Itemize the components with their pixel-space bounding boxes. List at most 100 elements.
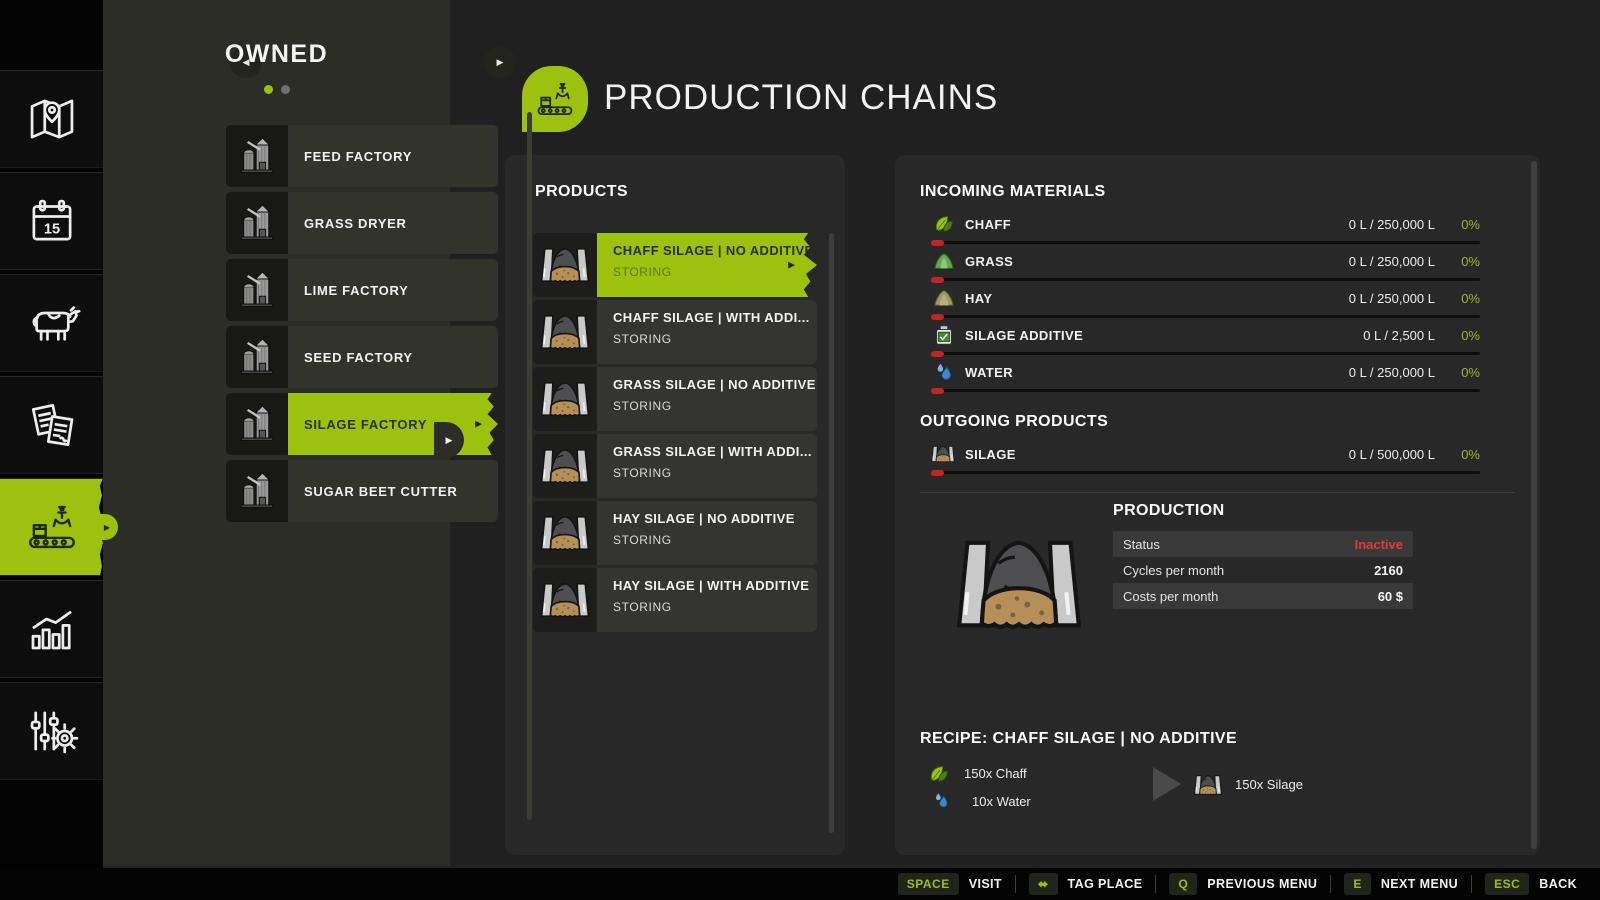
owned-item-label: SILAGE FACTORY (304, 417, 427, 432)
recipe-title: RECIPE: CHAFF SILAGE | NO ADDITIVE (920, 730, 1237, 748)
hotkey-label: PREVIOUS MENU (1207, 877, 1317, 891)
material-progress-indicator (931, 470, 944, 476)
material-amount: 0 L / 250,000 L (1349, 217, 1435, 232)
product-label: GRASS SILAGE | WITH ADDI... (613, 444, 817, 459)
production-row-status: Status Inactive (1113, 531, 1413, 557)
material-amount: 0 L / 250,000 L (1349, 365, 1435, 380)
owned-panel: ◀ OWNED ▶ FEED FACTORY GRASS DRYER LIME … (103, 0, 450, 866)
material-amount: 0 L / 250,000 L (1349, 291, 1435, 306)
product-item-chaff-silage-with-additive[interactable]: CHAFF SILAGE | WITH ADDI... STORING (533, 300, 817, 364)
map-icon (23, 90, 81, 148)
sidebar-item-calendar[interactable] (0, 172, 103, 270)
hotkey-label: BACK (1539, 877, 1577, 891)
section-divider (920, 492, 1515, 493)
production-row-cycles: Cycles per month 2160 (1113, 557, 1413, 583)
material-row-chaff: CHAFF 0 L / 250,000 L 0% (920, 213, 1510, 247)
material-percent: 0% (1440, 217, 1480, 232)
sidebar-item-production[interactable] (0, 478, 103, 576)
contracts-icon (23, 396, 81, 454)
material-row-water: WATER 0 L / 250,000 L 0% (920, 361, 1510, 395)
incoming-materials-title: INCOMING MATERIALS (920, 183, 1106, 201)
material-progress-bar (933, 389, 1480, 392)
material-progress-bar (933, 315, 1480, 318)
hotkey-bar: SPACE VISIT ⬌ TAG PLACE Q PREVIOUS MENU … (0, 868, 1600, 900)
product-label: HAY SILAGE | WITH ADDITIVE (613, 578, 817, 593)
product-status: STORING (613, 600, 817, 614)
owned-item-feed-factory[interactable]: FEED FACTORY (226, 125, 498, 187)
product-item-hay-silage-with-additive[interactable]: HAY SILAGE | WITH ADDITIVE STORING (533, 568, 817, 632)
sidebar-item-contracts[interactable] (0, 376, 103, 474)
outgoing-products-title: OUTGOING PRODUCTS (920, 413, 1108, 431)
owned-item-label: LIME FACTORY (304, 283, 408, 298)
owned-panel-title: OWNED (225, 40, 328, 68)
sidebar-item-map[interactable] (0, 70, 103, 168)
costs-value: 60 $ (1378, 589, 1403, 604)
material-percent: 0% (1440, 447, 1480, 462)
factory-icon (226, 125, 288, 187)
material-progress-indicator (931, 240, 944, 246)
product-label: GRASS SILAGE | NO ADDITIVE (613, 377, 817, 392)
main-menu-sidebar: ▶ (0, 0, 103, 900)
owned-item-lime-factory[interactable]: LIME FACTORY (226, 259, 498, 321)
material-row-hay: HAY 0 L / 250,000 L 0% (920, 287, 1510, 321)
sidebar-item-animals[interactable] (0, 274, 103, 372)
hotkey-tag-place[interactable]: ⬌ TAG PLACE (1016, 873, 1155, 895)
sidebar-item-settings[interactable] (0, 682, 103, 780)
production-row-label: Costs per month (1123, 589, 1378, 604)
hotkey-visit[interactable]: SPACE VISIT (885, 873, 1015, 895)
page-dot-inactive (281, 85, 290, 94)
cow-icon (23, 294, 81, 352)
factory-icon (226, 259, 288, 321)
material-progress-bar (933, 471, 1480, 474)
owned-next-page-button[interactable]: ▶ (484, 46, 516, 78)
owned-scrollbar[interactable] (527, 112, 532, 820)
recipe-input-chaff: 150x Chaff (920, 763, 1180, 787)
bunker-silo-icon (533, 367, 597, 431)
product-item-hay-silage-no-additive[interactable]: HAY SILAGE | NO ADDITIVE STORING (533, 501, 817, 565)
products-title: PRODUCTS (535, 183, 628, 201)
product-label: CHAFF SILAGE | WITH ADDI... (613, 310, 817, 325)
material-percent: 0% (1440, 291, 1480, 306)
production-row-label: Status (1123, 537, 1355, 552)
page-dot-active (264, 85, 273, 94)
factory-icon (226, 460, 288, 522)
products-scrollbar[interactable] (829, 233, 834, 833)
selected-arrow-icon: ▶ (788, 260, 795, 271)
owned-pagination-dots (103, 85, 450, 94)
recipe-input-water: 10x Water (920, 791, 1180, 815)
material-name: SILAGE (965, 447, 1016, 462)
recipe-input-text: 10x Water (972, 794, 1031, 809)
owned-item-label: SEED FACTORY (304, 350, 413, 365)
hotkey-previous-menu[interactable]: Q PREVIOUS MENU (1156, 873, 1330, 895)
material-name: HAY (965, 291, 992, 306)
sidebar-item-statistics[interactable] (0, 580, 103, 678)
owned-item-seed-factory[interactable]: SEED FACTORY (226, 326, 498, 388)
chaff-icon (933, 213, 955, 235)
hotkey-next-menu[interactable]: E NEXT MENU (1331, 873, 1471, 895)
detail-scrollbar[interactable] (1531, 161, 1537, 849)
product-item-grass-silage-with-additive[interactable]: GRASS SILAGE | WITH ADDI... STORING (533, 434, 817, 498)
product-status: STORING (613, 466, 817, 480)
bunker-silo-icon (533, 300, 597, 364)
owned-item-grass-dryer[interactable]: GRASS DRYER (226, 192, 498, 254)
owned-item-sugar-beet-cutter[interactable]: SUGAR BEET CUTTER (226, 460, 498, 522)
product-item-grass-silage-no-additive[interactable]: GRASS SILAGE | NO ADDITIVE STORING (533, 367, 817, 431)
product-item-chaff-silage-no-additive[interactable]: CHAFF SILAGE | NO ADDITIVE STORING ▶ (533, 233, 817, 297)
recipe-arrow-icon (1153, 767, 1181, 801)
material-row-silage: SILAGE 0 L / 500,000 L 0% (920, 443, 1510, 477)
water-icon (933, 361, 955, 383)
production-row-costs: Costs per month 60 $ (1113, 583, 1413, 609)
product-label: CHAFF SILAGE | NO ADDITIVE (613, 243, 817, 258)
hotkey-back[interactable]: ESC BACK (1472, 873, 1590, 895)
owned-item-label: FEED FACTORY (304, 149, 412, 164)
production-row-label: Cycles per month (1123, 563, 1374, 578)
calendar-icon (23, 192, 81, 250)
hay-icon (933, 287, 955, 309)
silage-icon (1193, 773, 1223, 797)
bunker-silo-icon (533, 568, 597, 632)
material-name: WATER (965, 365, 1013, 380)
material-percent: 0% (1440, 254, 1480, 269)
production-table: Status Inactive Cycles per month 2160 Co… (1113, 531, 1413, 609)
production-title: PRODUCTION (1113, 502, 1225, 520)
material-name: SILAGE ADDITIVE (965, 328, 1083, 343)
